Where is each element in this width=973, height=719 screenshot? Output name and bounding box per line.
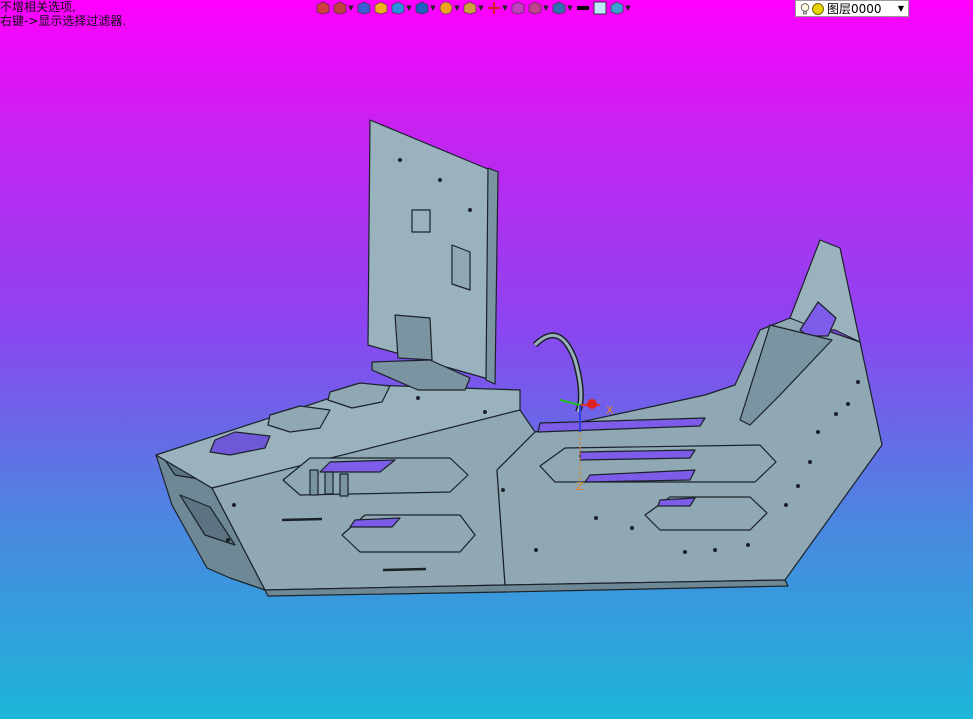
layer-stack-icon xyxy=(610,1,624,15)
chevron-down-icon[interactable]: ▼ xyxy=(543,0,549,16)
cube-button[interactable]: ▼ xyxy=(391,0,412,16)
steering-wheel xyxy=(532,332,584,414)
status-hint-line-1: 不增相关选项, xyxy=(0,0,76,14)
pen-icon xyxy=(357,1,371,15)
zoom-button[interactable]: ▼ xyxy=(463,0,484,16)
chevron-down-icon[interactable]: ▼ xyxy=(898,4,904,13)
side-slot-window xyxy=(349,517,401,528)
z-axis-label: Z xyxy=(576,480,584,493)
side-slot-window xyxy=(579,449,696,461)
monitor-stand xyxy=(394,314,433,361)
handle-slot xyxy=(281,517,323,522)
layer-filter-button[interactable]: ▼ xyxy=(333,0,354,16)
model-canvas[interactable]: X Z xyxy=(0,30,973,719)
cube-icon xyxy=(391,1,405,15)
solid-render-icon xyxy=(374,1,388,15)
layer-state-icon xyxy=(812,2,824,15)
pan-button[interactable]: ▼ xyxy=(487,0,508,16)
line-color-icon xyxy=(577,6,589,10)
3d-viewport[interactable]: X Z xyxy=(0,30,973,719)
status-hint-line-2: 右键->显示选择过滤器. xyxy=(0,14,127,28)
display-button[interactable]: ▼ xyxy=(552,0,573,16)
layer-stack-button[interactable]: ▼ xyxy=(610,0,631,16)
ball-icon xyxy=(439,1,453,15)
section-icon xyxy=(528,1,542,15)
solid-render-button[interactable] xyxy=(374,0,388,16)
select-filter-icon xyxy=(316,1,330,15)
chevron-down-icon[interactable]: ▼ xyxy=(406,0,412,16)
pan-icon xyxy=(488,2,500,14)
monitor-plate xyxy=(411,209,431,233)
chevron-down-icon[interactable]: ▼ xyxy=(502,0,508,16)
x-axis-label: X xyxy=(606,404,614,417)
view-cube-button[interactable]: ▼ xyxy=(415,0,436,16)
chevron-down-icon[interactable]: ▼ xyxy=(430,0,436,16)
pedal-assembly xyxy=(309,469,349,497)
bulb-icon xyxy=(800,2,810,14)
select-filter-button[interactable] xyxy=(316,0,330,16)
zoom-icon xyxy=(463,1,477,15)
handle-slot xyxy=(382,567,427,572)
monitor-edge xyxy=(485,167,499,385)
display-icon xyxy=(552,1,566,15)
fill-color-button[interactable] xyxy=(593,0,607,16)
view-cube-icon xyxy=(415,1,429,15)
pen-button[interactable] xyxy=(357,0,371,16)
frame-icon xyxy=(511,1,525,15)
rig-model[interactable] xyxy=(155,119,883,597)
layer-selector[interactable]: 图层0000 ▼ xyxy=(795,0,909,17)
ball-button[interactable]: ▼ xyxy=(439,0,460,16)
chevron-down-icon[interactable]: ▼ xyxy=(567,0,573,16)
view-toolbar: ▼ ▼ ▼ ▼ ▼ ▼ ▼ ▼ ▼ xyxy=(316,0,631,16)
monitor-port xyxy=(451,244,471,291)
layer-name: 图层0000 xyxy=(827,2,882,16)
frame-button[interactable] xyxy=(511,0,525,16)
section-button[interactable]: ▼ xyxy=(528,0,549,16)
steering-wheel-inner xyxy=(533,334,583,413)
chevron-down-icon[interactable]: ▼ xyxy=(454,0,460,16)
side-slot-window xyxy=(657,497,696,507)
chevron-down-icon[interactable]: ▼ xyxy=(625,0,631,16)
layer-filter-icon xyxy=(333,1,347,15)
chevron-down-icon[interactable]: ▼ xyxy=(348,0,354,16)
chevron-down-icon[interactable]: ▼ xyxy=(478,0,484,16)
line-color-button[interactable] xyxy=(576,0,590,16)
fill-color-icon xyxy=(593,1,607,15)
